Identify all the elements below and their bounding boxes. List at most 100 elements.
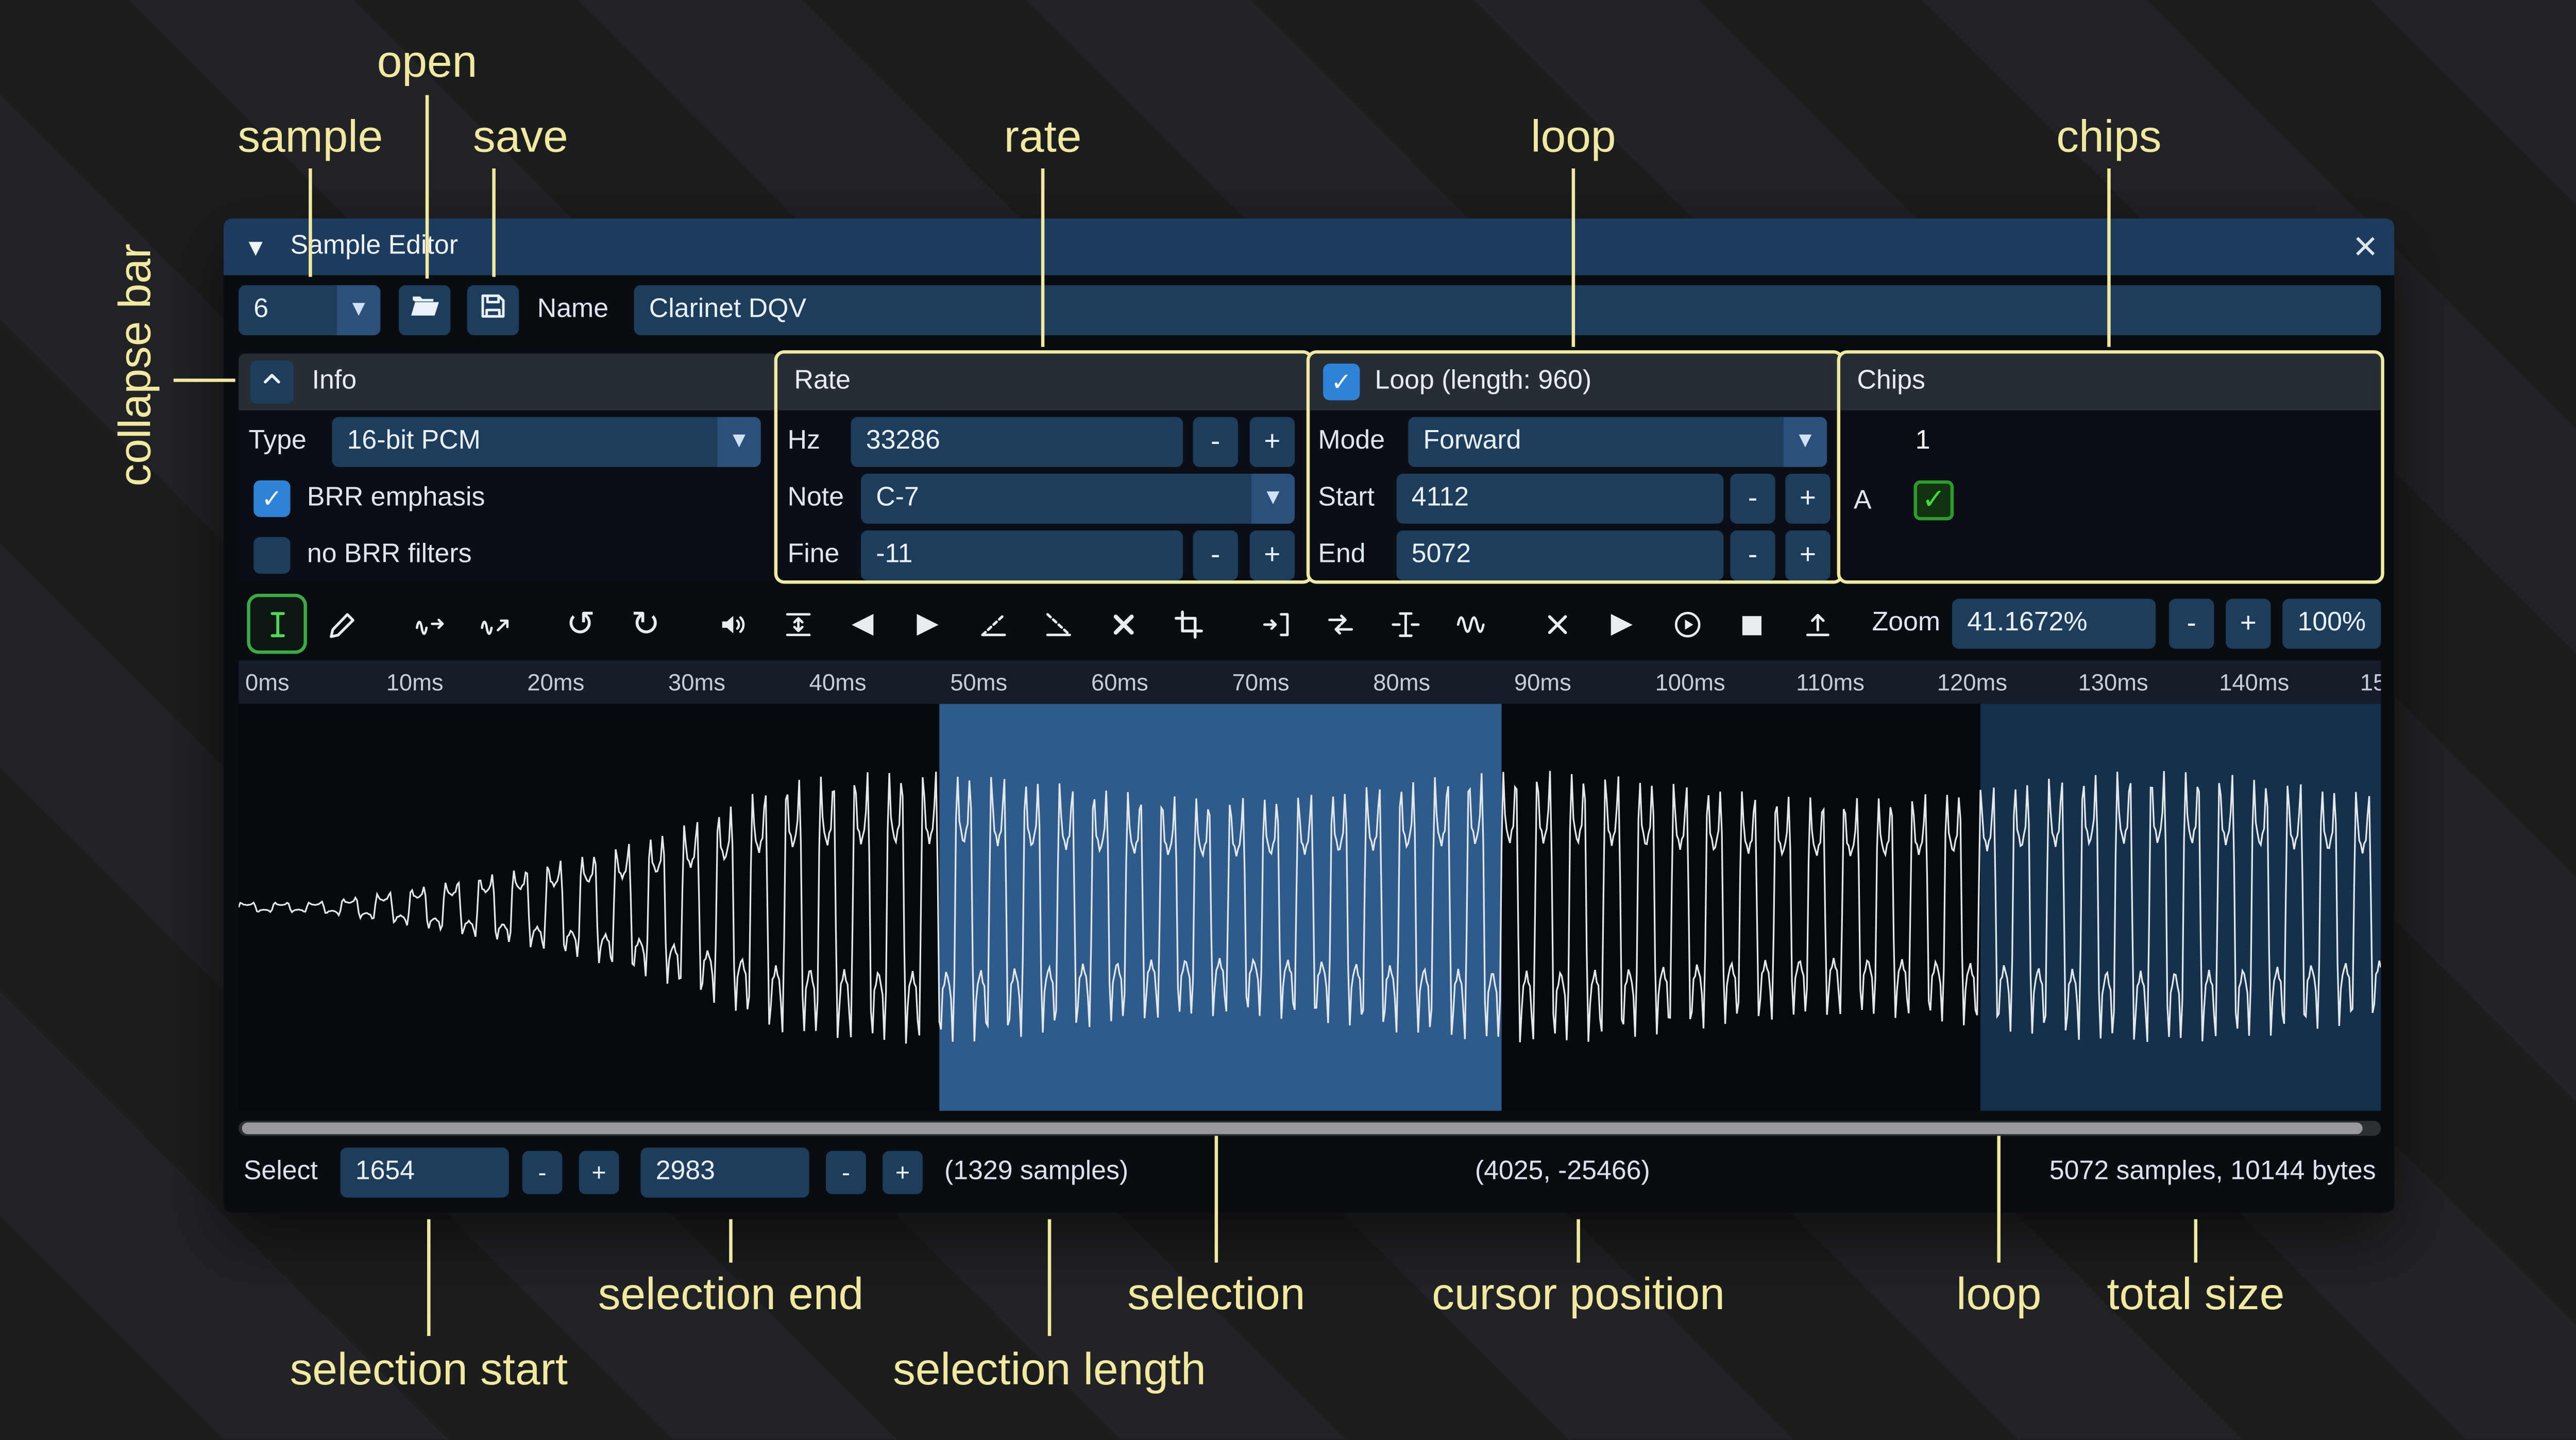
loop-end-plus-button[interactable]: + bbox=[1785, 530, 1830, 580]
hz-plus-button[interactable]: + bbox=[1250, 417, 1295, 467]
insert-silence-icon bbox=[1389, 608, 1421, 640]
invert-icon: ▶ bbox=[917, 610, 938, 638]
toolbar-button-paste-mix[interactable] bbox=[1313, 597, 1367, 650]
toolbar-button-fade-out[interactable] bbox=[1031, 597, 1084, 650]
annotation-save: save bbox=[473, 112, 568, 163]
ruler-tick: 100ms bbox=[1655, 669, 1725, 696]
selection-end-input[interactable]: 2983 bbox=[641, 1147, 809, 1197]
toolbar-button-redo[interactable]: ↻ bbox=[619, 597, 672, 650]
zoom-minus-button[interactable]: - bbox=[2169, 599, 2214, 649]
toolbar-button-undo[interactable]: ↺ bbox=[554, 597, 607, 650]
edit-select-icon bbox=[261, 608, 293, 640]
fade-out-icon bbox=[1042, 608, 1074, 640]
scrollbar-thumb[interactable] bbox=[242, 1123, 2363, 1135]
amplify-icon bbox=[717, 608, 749, 640]
loop-start-value: 4112 bbox=[1412, 484, 1469, 513]
open-folder-icon bbox=[409, 290, 440, 330]
hz-input[interactable]: 33286 bbox=[851, 417, 1183, 467]
loop-checkbox[interactable]: ✓ bbox=[1323, 364, 1360, 400]
ruler-tick: 40ms bbox=[809, 669, 867, 696]
toolbar-button-amplify[interactable] bbox=[706, 597, 759, 650]
chevron-down-icon: ▼ bbox=[1784, 417, 1827, 467]
loop-start-plus-button[interactable]: + bbox=[1785, 474, 1830, 524]
redo-icon: ↻ bbox=[631, 606, 660, 641]
open-button[interactable] bbox=[399, 285, 450, 335]
toolbar-button-upload[interactable] bbox=[1790, 597, 1844, 650]
waveform-scrollbar[interactable] bbox=[239, 1121, 2381, 1136]
note-select[interactable]: C-7 ▼ bbox=[861, 474, 1295, 524]
type-label: Type bbox=[249, 417, 307, 467]
collapse-bar-button[interactable] bbox=[250, 361, 294, 404]
silence-icon bbox=[1107, 608, 1139, 640]
no-brr-filters-checkbox[interactable]: ✓ bbox=[253, 537, 290, 574]
chip-a-checkbox[interactable]: ✓ bbox=[1914, 481, 1954, 521]
ruler-tick: 70ms bbox=[1232, 669, 1290, 696]
zoom-reset-button[interactable]: 100% bbox=[2282, 599, 2381, 649]
loop-panel-header: ✓ Loop (length: 960) bbox=[1310, 354, 1840, 410]
toolbar-button-preview-loop[interactable] bbox=[1660, 597, 1714, 650]
ruler-tick: 10ms bbox=[386, 669, 444, 696]
toolbar-button-apply-filter[interactable] bbox=[1443, 597, 1497, 650]
titlebar[interactable]: ▼ Sample Editor × bbox=[224, 218, 2394, 275]
waveform-plot bbox=[239, 704, 2381, 1111]
selection-start-input[interactable]: 1654 bbox=[341, 1147, 509, 1197]
loop-end-input[interactable]: 5072 bbox=[1397, 530, 1724, 580]
sample-select[interactable]: 6 ▼ bbox=[239, 285, 380, 335]
cursor-position-text: (4025, -25466) bbox=[1475, 1147, 1650, 1197]
toolbar-button-reverse[interactable]: ◀ bbox=[836, 597, 889, 650]
selection-start-minus-button[interactable]: - bbox=[522, 1151, 563, 1194]
name-input[interactable]: Clarinet DQV bbox=[634, 285, 2381, 335]
selection-start-plus-button[interactable]: + bbox=[579, 1151, 619, 1194]
toolbar-button-insert-silence[interactable] bbox=[1378, 597, 1432, 650]
annotation-rate: rate bbox=[1004, 112, 1082, 163]
loop-mode-select[interactable]: Forward ▼ bbox=[1408, 417, 1827, 467]
toolbar-button-normalize[interactable] bbox=[771, 597, 824, 650]
toolbar-button-resample[interactable] bbox=[467, 597, 521, 650]
rate-panel-header: Rate bbox=[777, 354, 1310, 410]
waveform-area[interactable] bbox=[239, 704, 2381, 1111]
resample-icon bbox=[478, 608, 510, 640]
fine-input[interactable]: -11 bbox=[861, 530, 1183, 580]
edit-draw-icon bbox=[326, 608, 358, 640]
annotation-line-cursor-position bbox=[1577, 1219, 1580, 1262]
discard-icon bbox=[1541, 608, 1573, 640]
chevron-down-icon: ▼ bbox=[718, 417, 761, 467]
toolbar-button-trim[interactable] bbox=[1161, 597, 1215, 650]
loop-start-input[interactable]: 4112 bbox=[1397, 474, 1724, 524]
loop-end-minus-button[interactable]: - bbox=[1730, 530, 1775, 580]
toolbar-button-invert[interactable]: ▶ bbox=[901, 597, 955, 650]
zoom-plus-button[interactable]: + bbox=[2226, 599, 2270, 649]
annotation-line-total-size bbox=[2194, 1219, 2197, 1262]
close-icon[interactable]: × bbox=[2353, 218, 2378, 275]
toolbar-button-fade-in[interactable] bbox=[966, 597, 1020, 650]
zoom-input[interactable]: 41.1672% bbox=[1952, 599, 2156, 649]
fine-minus-button[interactable]: - bbox=[1193, 530, 1238, 580]
selection-end-plus-button[interactable]: + bbox=[883, 1151, 923, 1194]
brr-emphasis-checkbox[interactable]: ✓ bbox=[253, 481, 290, 517]
annotation-chips: chips bbox=[2056, 112, 2161, 163]
toolbar-button-paste-replace[interactable] bbox=[1248, 597, 1301, 650]
toolbar-button-stop[interactable]: ■ bbox=[1725, 597, 1779, 650]
rate-panel: Rate Hz 33286 - + Note C-7 ▼ Fine -11 - … bbox=[777, 354, 1310, 580]
annotation-loop: loop bbox=[1531, 112, 1616, 163]
paste-mix-icon bbox=[1324, 608, 1356, 640]
toolbar-button-silence[interactable] bbox=[1096, 597, 1150, 650]
ruler-tick: 140ms bbox=[2219, 669, 2289, 696]
fine-plus-button[interactable]: + bbox=[1250, 530, 1295, 580]
undo-icon: ↺ bbox=[566, 606, 595, 641]
toolbar-button-edit-select[interactable] bbox=[250, 597, 304, 650]
window-collapse-icon[interactable]: ▼ bbox=[249, 218, 263, 275]
toolbar-button-resize[interactable] bbox=[402, 597, 455, 650]
annotation-cursor-position: cursor position bbox=[1432, 1269, 1725, 1321]
toolbar-button-edit-draw[interactable] bbox=[315, 597, 369, 650]
ruler-tick: 130ms bbox=[2078, 669, 2148, 696]
selection-end-minus-button[interactable]: - bbox=[826, 1151, 866, 1194]
hz-minus-button[interactable]: - bbox=[1193, 417, 1238, 467]
chips-panel: Chips 1 A ✓ bbox=[1840, 354, 2381, 580]
toolbar-button-discard[interactable] bbox=[1530, 597, 1584, 650]
type-select[interactable]: 16-bit PCM ▼ bbox=[332, 417, 760, 467]
rate-panel-title: Rate bbox=[794, 354, 851, 410]
loop-start-minus-button[interactable]: - bbox=[1730, 474, 1775, 524]
toolbar-button-preview[interactable]: ▶ bbox=[1595, 597, 1649, 650]
save-button[interactable] bbox=[467, 285, 519, 335]
